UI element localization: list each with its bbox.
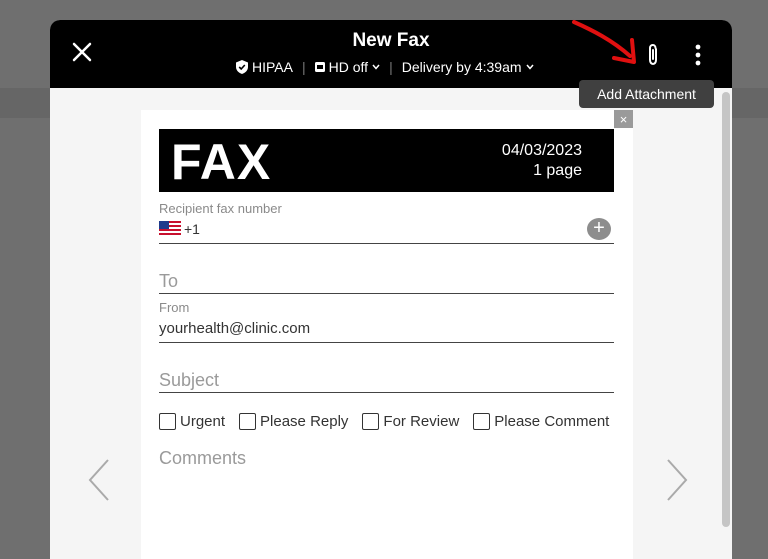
divider: | xyxy=(301,59,306,75)
plus-icon: + xyxy=(593,217,605,239)
fax-banner: FAX 04/03/2023 1 page xyxy=(159,129,614,192)
checkbox-label: Urgent xyxy=(180,413,226,430)
cover-options: Urgent Please Reply For Review Please Co… xyxy=(159,413,609,430)
subject-input[interactable]: Subject xyxy=(159,370,219,391)
checkbox-box[interactable] xyxy=(239,413,257,430)
to-input[interactable]: To xyxy=(159,271,178,292)
fax-options-bar: HIPAA | HD off | Delivery by 4:39am xyxy=(236,59,534,75)
recipient-field-line[interactable] xyxy=(159,243,614,244)
urgent-checkbox[interactable]: Urgent xyxy=(159,413,225,430)
more-vertical-icon[interactable] xyxy=(688,42,708,68)
chevron-down-icon xyxy=(525,64,534,70)
comments-input[interactable]: Comments xyxy=(159,448,246,469)
scrollbar[interactable] xyxy=(722,92,730,527)
modal-header: New Fax HIPAA | HD off | Delivery by 4:3… xyxy=(50,20,732,88)
fax-page-count: 1 page xyxy=(533,162,582,179)
us-flag-icon[interactable] xyxy=(159,221,181,235)
from-label: From xyxy=(159,300,190,315)
hipaa-badge[interactable]: HIPAA xyxy=(236,59,293,75)
checkbox-box[interactable] xyxy=(362,413,380,430)
hd-toggle[interactable]: HD off xyxy=(314,59,380,75)
add-recipient-button[interactable]: + xyxy=(587,218,611,240)
from-field-line xyxy=(159,342,614,343)
hd-icon xyxy=(314,62,325,72)
phone-prefix[interactable]: +1 xyxy=(184,221,200,237)
recipient-label: Recipient fax number xyxy=(159,201,282,216)
shield-icon xyxy=(236,60,248,74)
subject-field-line xyxy=(159,392,614,393)
add-attachment-tooltip: Add Attachment xyxy=(579,80,714,108)
please-reply-checkbox[interactable]: Please Reply xyxy=(239,413,348,430)
paperclip-icon[interactable] xyxy=(642,42,664,68)
checkbox-box[interactable] xyxy=(159,413,176,430)
from-input[interactable]: yourhealth@clinic.com xyxy=(159,320,310,337)
modal-title: New Fax xyxy=(352,30,430,51)
please-comment-checkbox[interactable]: Please Comment xyxy=(473,413,609,430)
hipaa-label: HIPAA xyxy=(252,59,293,75)
chevron-down-icon xyxy=(372,64,380,70)
chevron-left-icon[interactable] xyxy=(86,458,112,502)
checkbox-label: Please Comment xyxy=(494,413,610,430)
close-page-button[interactable]: × xyxy=(614,110,633,128)
checkbox-label: For Review xyxy=(383,413,460,430)
divider: | xyxy=(389,59,393,75)
checkbox-label: Please Reply xyxy=(260,413,349,430)
for-review-checkbox[interactable]: For Review xyxy=(362,413,459,430)
delivery-label: Delivery by 4:39am xyxy=(401,59,522,75)
fax-date: 04/03/2023 xyxy=(501,142,582,159)
chevron-right-icon[interactable] xyxy=(664,458,690,502)
fax-title: FAX xyxy=(171,134,272,190)
to-field-line xyxy=(159,293,614,294)
checkbox-box[interactable] xyxy=(473,413,491,430)
delivery-dropdown[interactable]: Delivery by 4:39am xyxy=(402,59,534,75)
hd-label: HD off xyxy=(328,59,369,75)
